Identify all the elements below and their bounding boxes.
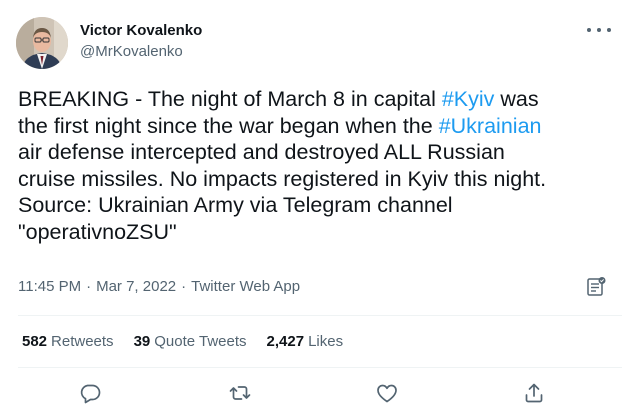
retweets-count: 582 <box>22 333 48 350</box>
tweet-text-part: BREAKING - The night of March 8 in capit… <box>18 87 442 111</box>
display-name[interactable]: Victor Kovalenko <box>80 21 202 41</box>
meta-separator: · <box>181 278 187 295</box>
avatar[interactable] <box>16 17 68 69</box>
hashtag-ukrainian[interactable]: #Ukrainian <box>439 114 542 138</box>
retweets-label: Retweets <box>51 333 114 350</box>
tweet-source[interactable]: Twitter Web App <box>191 278 300 295</box>
more-horizontal-icon[interactable] <box>587 22 611 38</box>
tweet-time[interactable]: 11:45 PM <box>18 278 81 295</box>
retweet-icon[interactable] <box>228 381 252 405</box>
author: Victor Kovalenko @MrKovalenko <box>80 21 202 62</box>
meta-separator: · <box>86 278 92 295</box>
tweet-date[interactable]: Mar 7, 2022 <box>96 278 176 295</box>
likes-stat[interactable]: 2,427 Likes <box>267 332 344 352</box>
tweet: Victor Kovalenko @MrKovalenko BREAKING -… <box>0 0 640 414</box>
divider <box>18 315 622 316</box>
likes-count: 2,427 <box>266 333 305 350</box>
quote-tweets-label: Quote Tweets <box>154 333 247 350</box>
tweet-stats: 582 Retweets 39 Quote Tweets 2,427 Likes <box>22 332 363 352</box>
analytics-icon[interactable] <box>585 276 607 298</box>
share-icon[interactable] <box>522 381 546 405</box>
quote-tweets-count: 39 <box>133 333 151 350</box>
tweet-meta: 11:45 PM · Mar 7, 2022 · Twitter Web App <box>18 277 300 297</box>
reply-icon[interactable] <box>78 381 102 405</box>
retweets-stat[interactable]: 582 Retweets <box>22 332 114 352</box>
handle[interactable]: @MrKovalenko <box>80 42 202 62</box>
divider <box>18 367 622 368</box>
tweet-text: BREAKING - The night of March 8 in capit… <box>18 86 618 245</box>
likes-label: Likes <box>308 333 344 350</box>
tweet-text-part: air defense intercepted and destroyed AL… <box>18 140 547 244</box>
quote-tweets-stat[interactable]: 39 Quote Tweets <box>134 332 247 352</box>
heart-icon[interactable] <box>375 381 399 405</box>
hashtag-kyiv[interactable]: #Kyiv <box>442 87 495 111</box>
action-bar <box>0 376 640 410</box>
